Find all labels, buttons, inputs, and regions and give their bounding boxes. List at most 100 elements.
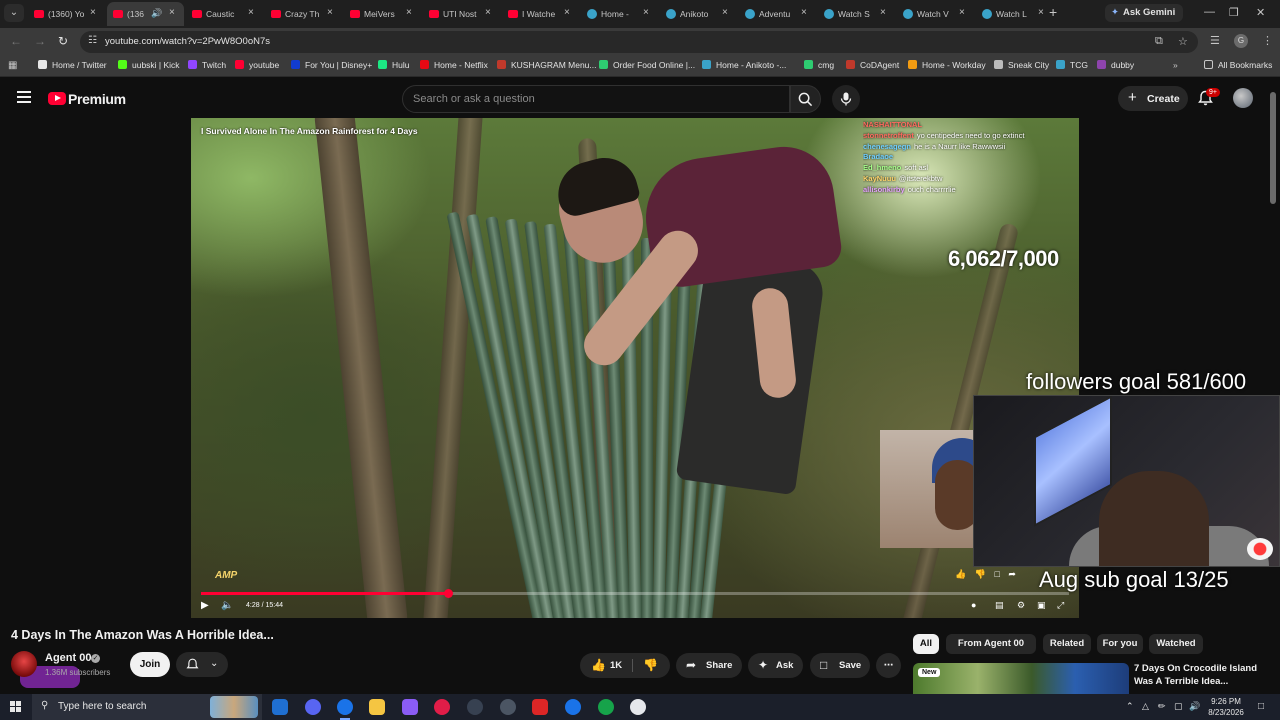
obs-app-icon[interactable] [500,699,516,715]
browser-tab[interactable]: Adventu × [739,2,816,26]
volume-icon[interactable]: 🔈 [221,600,233,611]
bookmark-item[interactable]: TCG [1056,60,1088,70]
close-tab-icon[interactable]: × [643,7,649,18]
network-icon[interactable]: △ [1142,701,1149,712]
bookmark-item[interactable]: Home - Workday [908,60,986,70]
save-button[interactable]: □ Save [810,653,870,678]
bookmark-item[interactable]: Order Food Online |... [599,60,695,70]
bookmark-item[interactable]: For You | Disney+ [291,60,372,70]
restore-icon[interactable]: ❐ [1229,6,1239,19]
bookmark-item[interactable]: Twitch [188,60,226,70]
miniplayer-icon[interactable]: ▣ [1037,600,1046,611]
progress-scrubber[interactable] [444,589,454,598]
play-icon[interactable]: ▶ [201,600,209,611]
browser-tab[interactable]: Watch V × [897,2,974,26]
taskbar-clock[interactable]: 9:26 PM 8/23/2026 [1203,696,1249,718]
close-window-icon[interactable]: ✕ [1256,6,1265,19]
browser-tab[interactable]: Watch S × [818,2,895,26]
close-tab-icon[interactable]: × [959,7,965,18]
browser-tab[interactable]: MeiVers × [344,2,421,26]
subscribed-notifications-button[interactable]: ⌄ [176,652,228,677]
steam-app-icon[interactable] [467,699,483,715]
join-button[interactable]: Join [130,652,170,677]
share-button[interactable]: ➦ Share [676,653,742,678]
like-button[interactable]: 👍 [591,653,606,678]
bookmark-item[interactable]: cmg [804,60,834,70]
forward-arrow-icon[interactable]: → [34,34,46,48]
file-explorer-icon[interactable] [369,699,385,715]
address-bar[interactable]: ☷ youtube.com/watch?v=2PwW8O0oN7s ⧉ ☆ [80,31,1198,53]
thumbs-up-small-icon[interactable]: 👍 [955,569,966,579]
captions-icon[interactable]: ▤ [995,600,1004,611]
close-tab-icon[interactable]: × [801,7,807,18]
chrome-app-icon[interactable] [337,699,353,720]
filter-chip[interactable]: From Agent 00 [946,634,1036,654]
progress-bar[interactable] [201,589,1069,598]
chrome-menu-icon[interactable]: ⋮ [1262,34,1273,47]
settings-gear-icon[interactable]: ⚙ [1017,600,1025,611]
filter-chip[interactable]: Related [1043,634,1091,654]
media-controls-icon[interactable]: ☰ [1210,34,1220,47]
ask-button[interactable]: ✦ Ask [748,653,803,678]
bookmark-item[interactable]: Hulu [378,60,409,70]
taskbar-search[interactable]: ⚲ Type here to search [32,694,262,720]
bookmark-star-icon[interactable]: ☆ [1178,35,1188,48]
channel-name[interactable]: Agent 00 [45,652,91,664]
comment-small-icon[interactable]: □ [994,569,999,579]
close-tab-icon[interactable]: × [248,7,254,18]
autoplay-toggle-icon[interactable]: ● [971,600,976,610]
share-small-icon[interactable]: ➦ [1008,569,1016,579]
chrome-app-icon-3[interactable] [598,699,614,715]
browser-tab[interactable]: I Watche × [502,2,579,26]
close-tab-icon[interactable]: × [485,7,491,18]
search-button[interactable] [790,85,821,113]
reload-icon[interactable]: ↻ [58,34,68,48]
thumbs-down-small-icon[interactable]: 👎 [975,569,986,579]
page-scrollbar[interactable] [1270,92,1276,204]
game-controller-icon[interactable] [402,699,418,715]
bookmark-item[interactable]: Home - Anikoto -... [702,60,786,70]
bookmark-item[interactable]: Sneak City [994,60,1049,70]
create-button[interactable]: + Create [1118,86,1188,111]
close-tab-icon[interactable]: × [1038,7,1044,18]
filter-chip[interactable]: All [913,634,939,654]
like-count[interactable]: 1K [610,653,622,678]
close-tab-icon[interactable]: × [169,7,175,18]
display-icon[interactable]: ▢ [1174,701,1183,712]
bookmarks-overflow-icon[interactable]: » [1173,60,1178,70]
fullscreen-icon[interactable]: ⤢ [1057,600,1064,611]
browser-tab[interactable]: Home - × [581,2,658,26]
notification-center-icon[interactable]: □ [1258,701,1264,712]
filter-chip[interactable]: For you [1097,634,1143,654]
account-avatar[interactable] [1233,88,1253,108]
browser-tab[interactable]: Watch L × [976,2,1053,26]
browser-tab[interactable]: (1360) Yo × [28,2,105,26]
taskview-app-icon[interactable] [272,699,288,715]
close-tab-icon[interactable]: × [327,7,333,18]
dislike-button[interactable]: 👎 [643,653,658,678]
browser-tab[interactable]: Crazy Th × [265,2,342,26]
browser-tab[interactable]: Caustic × [186,2,263,26]
discord-app-icon[interactable] [305,699,321,715]
menu-hamburger-icon[interactable] [17,91,31,103]
recommended-video-title[interactable]: 7 Days On Crocodile Island Was A Terribl… [1134,662,1274,688]
ask-gemini-button[interactable]: ✦ Ask Gemini [1105,4,1184,22]
close-tab-icon[interactable]: × [880,7,886,18]
tray-overflow-icon[interactable]: ⌃ [1126,701,1134,712]
bookmark-item[interactable]: KUSHAGRAM Menu... [497,60,597,70]
pdf-app-icon[interactable] [532,699,548,715]
install-app-icon[interactable]: ⧉ [1155,35,1163,48]
bookmark-item[interactable]: youtube [235,60,279,70]
recommended-video-thumbnail[interactable]: New [913,663,1129,695]
browser-tab[interactable]: Anikoto × [660,2,737,26]
close-tab-icon[interactable]: × [90,7,96,18]
close-tab-icon[interactable]: × [406,7,412,18]
media-player-icon[interactable] [434,699,450,715]
minimize-icon[interactable]: — [1204,6,1215,18]
site-info-icon[interactable]: ☷ [88,35,97,46]
pen-icon[interactable]: ✏ [1158,701,1166,712]
search-input[interactable] [413,91,773,107]
windows-start-icon[interactable] [10,701,22,713]
apps-grid-icon[interactable]: ▦ [8,60,17,71]
bookmark-item[interactable]: uubski | Kick [118,60,180,70]
